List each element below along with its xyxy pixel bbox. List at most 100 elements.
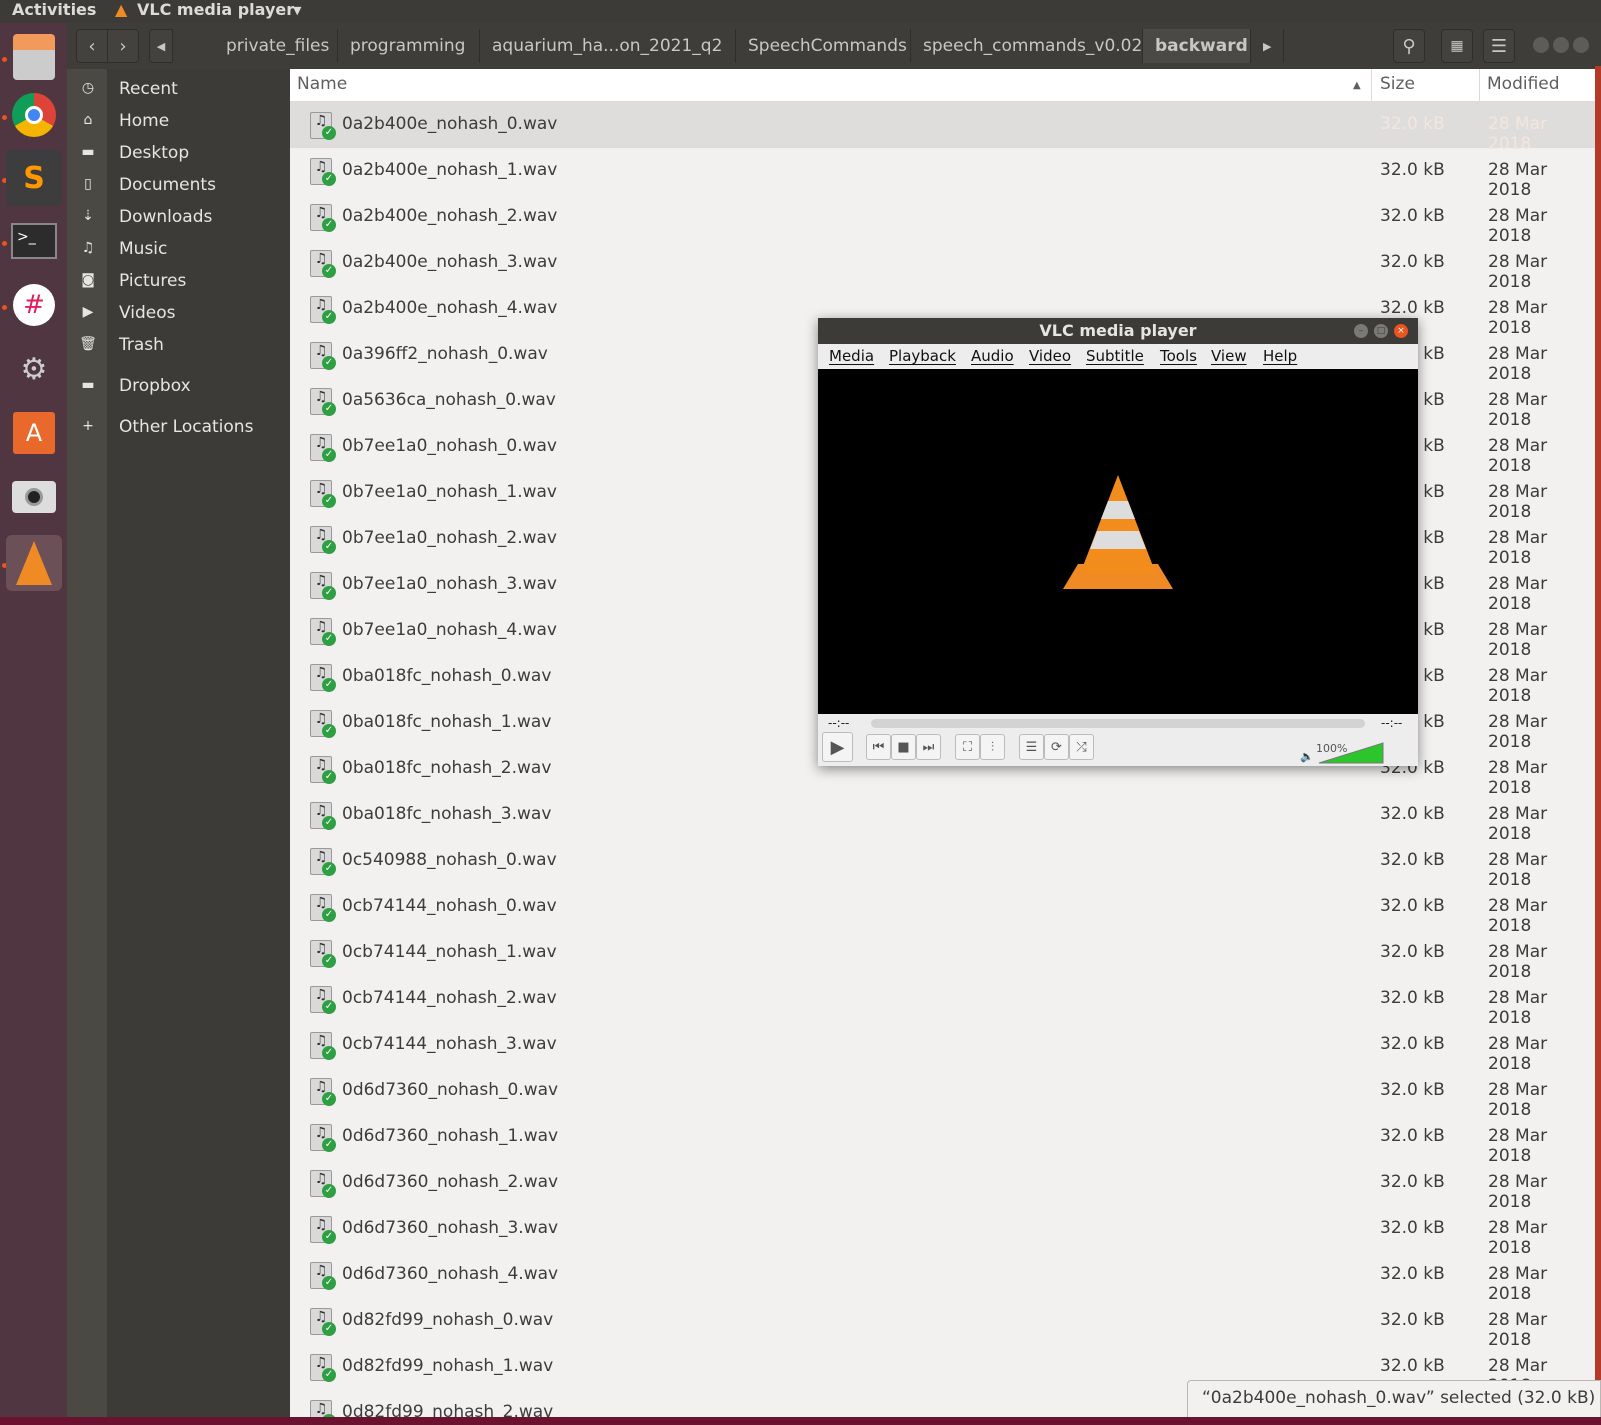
loop-button[interactable]: ⟳ <box>1044 734 1069 760</box>
next-button[interactable]: ⏭ <box>916 734 941 760</box>
sidebar-item-pictures[interactable]: ◙ Pictures <box>67 267 290 297</box>
breadcrumb-right-arrow[interactable]: ▶ <box>1251 29 1285 63</box>
vlc-close-button[interactable]: × <box>1394 324 1408 338</box>
activities-button[interactable]: Activities <box>12 0 96 19</box>
video-area[interactable] <box>818 369 1418 714</box>
sidebar-item-other-locations[interactable]: + Other Locations <box>67 413 290 443</box>
file-size: 32.0 kB <box>1380 1034 1445 1054</box>
breadcrumb-5[interactable]: backward <box>1143 29 1251 63</box>
vlc-minimize-button[interactable]: – <box>1354 324 1368 338</box>
name-column-header[interactable]: Name <box>297 74 347 94</box>
table-row[interactable]: ♫ ✓ 0a2b400e_nohash_1.wav 32.0 kB 28 Mar 201… <box>290 148 1595 200</box>
back-button[interactable]: ‹ <box>76 29 108 63</box>
file-name: 0b7ee1a0_nohash_1.wav <box>342 482 557 502</box>
stop-button[interactable]: ■ <box>891 734 916 760</box>
breadcrumb-0[interactable]: private_files <box>214 29 338 63</box>
sidebar-item-recent[interactable]: ◷ Recent <box>67 75 290 105</box>
breadcrumb-4[interactable]: speech_commands_v0.02 <box>911 29 1143 63</box>
menu-view[interactable]: View <box>1211 347 1247 365</box>
breadcrumb-3[interactable]: SpeechCommands <box>736 29 911 63</box>
sidebar-item-home[interactable]: ⌂ Home <box>67 107 290 137</box>
synced-check-icon: ✓ <box>322 954 336 968</box>
forward-button[interactable]: › <box>107 29 139 63</box>
table-row[interactable]: ♫ ✓ 0c540988_nohash_0.wav 32.0 kB 28 Mar 201… <box>290 838 1595 890</box>
app-menu[interactable]: VLC media player <box>137 0 294 19</box>
table-row[interactable]: ♫ ✓ 0a2b400e_nohash_2.wav 32.0 kB 28 Mar 201… <box>290 194 1595 246</box>
sidebar-item-documents[interactable]: ▯ Documents <box>67 171 290 201</box>
synced-check-icon: ✓ <box>322 1322 336 1336</box>
size-column-header[interactable]: Size <box>1380 74 1415 94</box>
table-row[interactable]: ♫ ✓ 0cb74144_nohash_0.wav 32.0 kB 28 Mar 201… <box>290 884 1595 936</box>
sidebar-item-trash[interactable]: 🗑 Trash <box>67 331 290 361</box>
terminal-icon[interactable]: >_ <box>6 213 62 269</box>
breadcrumb-left-arrow[interactable]: ◀ <box>149 29 173 63</box>
file-name: 0d6d7360_nohash_3.wav <box>342 1218 559 1238</box>
playlist-button[interactable]: ☰ <box>1019 734 1044 760</box>
chevron-down-icon[interactable]: ▼ <box>293 4 301 17</box>
vlc-dock-icon[interactable] <box>6 535 62 591</box>
folder-icon: ▬ <box>81 377 95 393</box>
table-row[interactable]: ♫ ✓ 0d6d7360_nohash_2.wav 32.0 kB 28 Mar 201… <box>290 1160 1595 1212</box>
sidebar-item-videos[interactable]: ▶ Videos <box>67 299 290 329</box>
breadcrumb-2[interactable]: aquarium_ha...on_2021_q2 <box>480 29 736 63</box>
view-grid-button[interactable]: ▦ <box>1441 29 1473 63</box>
menu-playback[interactable]: Playback <box>889 347 956 365</box>
menu-help[interactable]: Help <box>1263 347 1297 365</box>
file-name: 0cb74144_nohash_3.wav <box>342 1034 557 1054</box>
table-row[interactable]: ♫ ✓ 0a2b400e_nohash_0.wav 32.0 kB 28 Mar 201… <box>290 102 1595 154</box>
synced-check-icon: ✓ <box>322 862 336 876</box>
search-button[interactable]: ⚲ <box>1393 29 1425 63</box>
sidebar-item-desktop[interactable]: ▬ Desktop <box>67 139 290 169</box>
synced-check-icon: ✓ <box>322 586 336 600</box>
table-row[interactable]: ♫ ✓ 0cb74144_nohash_1.wav 32.0 kB 28 Mar 201… <box>290 930 1595 982</box>
synced-check-icon: ✓ <box>322 218 336 232</box>
sublime-text-icon[interactable]: S <box>6 150 62 206</box>
system-tools-icon[interactable]: ⚙ <box>6 341 62 397</box>
fullscreen-button[interactable]: ⛶ <box>955 734 980 760</box>
table-row[interactable]: ♫ ✓ 0d82fd99_nohash_0.wav 32.0 kB 28 Mar 201… <box>290 1298 1595 1350</box>
minimize-button[interactable] <box>1533 37 1549 53</box>
file-size: 32.0 kB <box>1380 1172 1445 1192</box>
table-row[interactable]: ♫ ✓ 0a2b400e_nohash_3.wav 32.0 kB 28 Mar 201… <box>290 240 1595 292</box>
menu-video[interactable]: Video <box>1029 347 1071 365</box>
breadcrumb-1[interactable]: programming <box>338 29 480 63</box>
sidebar-item-label: Downloads <box>119 207 213 227</box>
vlc-maximize-button[interactable]: □ <box>1374 324 1388 338</box>
menu-button[interactable]: ☰ <box>1483 29 1515 63</box>
table-row[interactable]: ♫ ✓ 0cb74144_nohash_3.wav 32.0 kB 28 Mar 201… <box>290 1022 1595 1074</box>
table-row[interactable]: ♫ ✓ 0d6d7360_nohash_3.wav 32.0 kB 28 Mar 201… <box>290 1206 1595 1258</box>
menu-media[interactable]: Media <box>829 347 874 365</box>
software-center-icon[interactable]: A <box>6 405 62 461</box>
file-name: 0d6d7360_nohash_4.wav <box>342 1264 559 1284</box>
play-button[interactable]: ▶ <box>822 732 853 762</box>
slack-icon[interactable]: # <box>6 277 62 333</box>
close-button[interactable] <box>1573 37 1589 53</box>
seek-bar[interactable] <box>871 719 1365 728</box>
sidebar-item-dropbox[interactable]: ▬ Dropbox <box>67 372 290 402</box>
files-icon[interactable] <box>6 29 62 85</box>
table-row[interactable]: ♫ ✓ 0d6d7360_nohash_0.wav 32.0 kB 28 Mar 201… <box>290 1068 1595 1120</box>
speaker-icon[interactable]: 🔈 <box>1300 750 1314 763</box>
maximize-button[interactable] <box>1553 37 1569 53</box>
table-row[interactable]: ♫ ✓ 0d6d7360_nohash_4.wav 32.0 kB 28 Mar 201… <box>290 1252 1595 1304</box>
synced-check-icon: ✓ <box>322 1138 336 1152</box>
menu-tools[interactable]: Tools <box>1160 347 1197 365</box>
chrome-icon[interactable] <box>6 87 62 143</box>
music-icon: ♫ <box>81 240 95 256</box>
volume-slider[interactable] <box>1318 742 1384 764</box>
sidebar-item-label: Trash <box>119 335 164 355</box>
modified-column-header[interactable]: Modified <box>1487 74 1560 94</box>
menu-audio[interactable]: Audio <box>971 347 1014 365</box>
table-row[interactable]: ♫ ✓ 0d6d7360_nohash_1.wav 32.0 kB 28 Mar 201… <box>290 1114 1595 1166</box>
camera-icon[interactable] <box>6 469 62 525</box>
sidebar-item-music[interactable]: ♫ Music <box>67 235 290 265</box>
synced-check-icon: ✓ <box>322 1368 336 1382</box>
menu-subtitle[interactable]: Subtitle <box>1086 347 1144 365</box>
sidebar-item-downloads[interactable]: ⇣ Downloads <box>67 203 290 233</box>
shuffle-button[interactable]: ⤮ <box>1069 734 1094 760</box>
previous-button[interactable]: ⏮ <box>866 734 891 760</box>
file-size: 32.0 kB <box>1380 1126 1445 1146</box>
table-row[interactable]: ♫ ✓ 0cb74144_nohash_2.wav 32.0 kB 28 Mar 201… <box>290 976 1595 1028</box>
equalizer-button[interactable]: ⫶ <box>980 734 1005 760</box>
table-row[interactable]: ♫ ✓ 0ba018fc_nohash_3.wav 32.0 kB 28 Mar 201… <box>290 792 1595 844</box>
